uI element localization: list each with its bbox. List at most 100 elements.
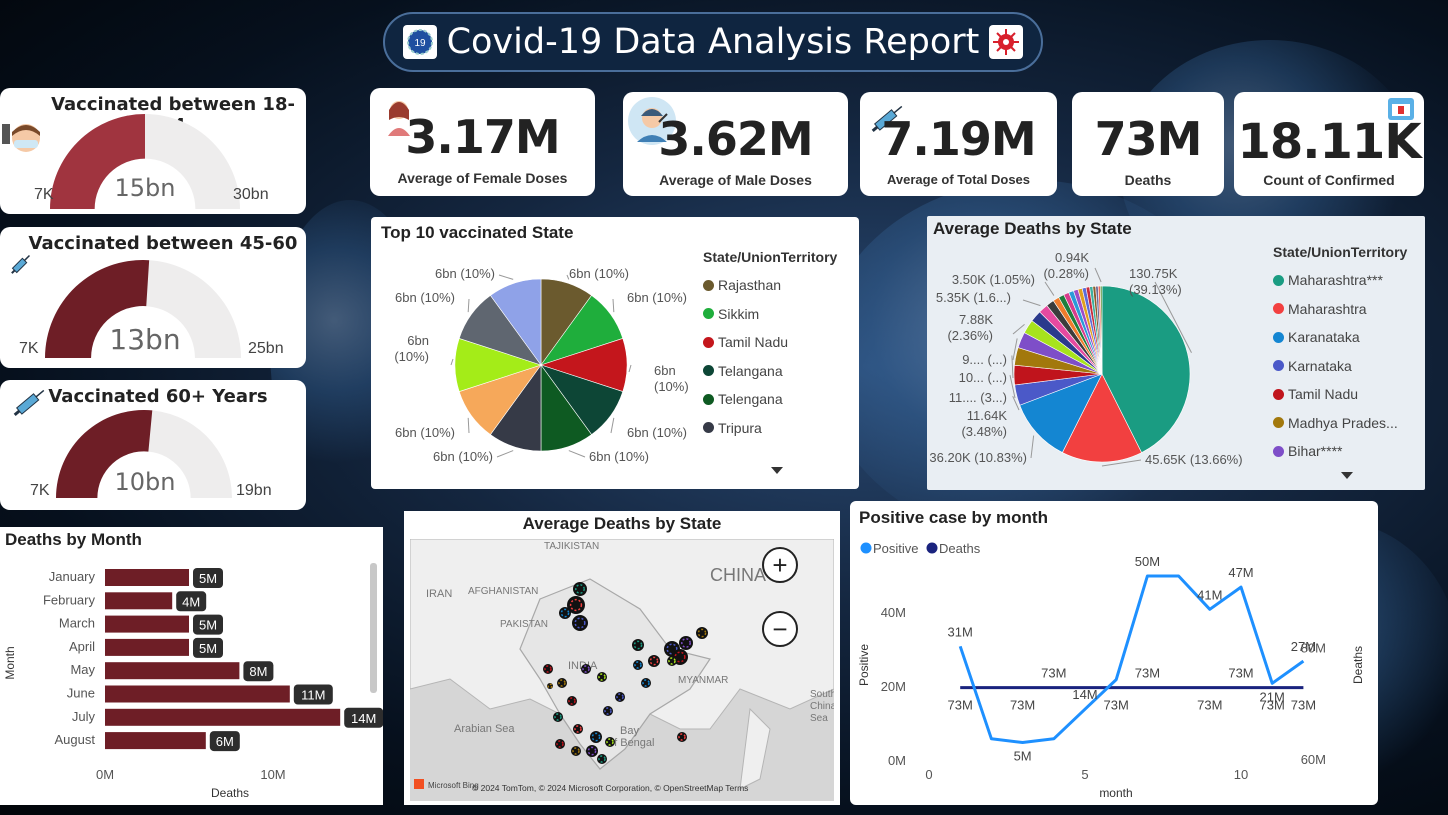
gauge-card-45-60[interactable]: Vaccinated between 45-60 13bn 7K 25bn: [0, 227, 306, 368]
data-label: 6bn (10%): [394, 333, 429, 364]
map-pie-marker[interactable]: [557, 678, 567, 688]
zoom-out-button[interactable]: −: [762, 611, 798, 647]
bar[interactable]: [105, 615, 189, 633]
deaths-by-month-chart[interactable]: Deaths by Month January 5M February 4M March…: [0, 527, 383, 805]
kpi-card-female-doses[interactable]: 3.17M Average of Female Doses: [370, 88, 595, 196]
kpi-card-total-doses[interactable]: 7.19M Average of Total Doses: [860, 92, 1057, 196]
legend-item[interactable]: Deaths: [926, 541, 981, 556]
zoom-in-button[interactable]: +: [762, 547, 798, 583]
bar[interactable]: [105, 685, 290, 703]
deaths-data-label: 73M: [1291, 698, 1316, 713]
category-label: July: [72, 709, 96, 724]
label-leader: [450, 358, 454, 366]
x-axis-label: month: [1099, 786, 1132, 800]
legend-item[interactable]: Maharashtra: [1273, 295, 1423, 324]
map-pie-marker[interactable]: [603, 706, 613, 716]
legend-scroll-down-icon[interactable]: [1341, 472, 1353, 479]
map-pie-marker[interactable]: [597, 672, 607, 682]
pie-chart[interactable]: 6bn (10%) 6bn (10%) 6bn (10%) 6bn (10%) 6bn (…: [371, 247, 701, 487]
map-pie-marker[interactable]: [573, 724, 583, 734]
legend-item[interactable]: Bihar****: [1273, 437, 1423, 466]
bar[interactable]: [105, 569, 189, 586]
legend-item[interactable]: Tamil Nadu: [1273, 380, 1423, 409]
chart-title: Deaths by Month: [5, 530, 142, 549]
map-pie-marker[interactable]: [679, 636, 693, 650]
legend-item[interactable]: Rajasthan: [703, 271, 853, 300]
data-label: 14M: [351, 711, 376, 726]
bar[interactable]: [105, 708, 341, 726]
legend-item[interactable]: Madhya Prades...: [1273, 409, 1423, 438]
map-pie-marker[interactable]: [590, 731, 602, 743]
map-pie-marker[interactable]: [573, 582, 587, 596]
map-place-label: CHINA: [710, 565, 766, 585]
kpi-label: Count of Confirmed: [1263, 172, 1395, 188]
bar-chart[interactable]: January 5M February 4M March 5M April 5M May 8M Ju…: [0, 555, 383, 805]
chart-title: Positive case by month: [859, 508, 1048, 527]
map-attribution[interactable]: © 2024 TomTom, © 2024 Microsoft Corporat…: [472, 783, 748, 793]
bar[interactable]: [105, 592, 173, 610]
kpi-value: 18.11K: [1237, 114, 1421, 170]
legend-item[interactable]: Positive: [860, 541, 919, 556]
kpi-card-male-doses[interactable]: 3.62M Average of Male Doses: [623, 92, 848, 196]
positive-data-label: 50M: [1135, 554, 1160, 569]
map-pie-marker[interactable]: [581, 664, 591, 674]
map-pie-marker[interactable]: [572, 615, 588, 631]
map-canvas[interactable]: TAJIKISTANIRANAFGHANISTANPAKISTANCHINAIN…: [410, 539, 834, 801]
map-pie-marker[interactable]: [605, 737, 615, 747]
map-pie-marker[interactable]: [632, 639, 644, 651]
map-pie-marker[interactable]: [547, 683, 553, 689]
map-pie-marker[interactable]: [571, 746, 581, 756]
legend-item[interactable]: Tripura: [703, 414, 853, 443]
legend-scroll-down-icon[interactable]: [771, 467, 783, 474]
map-pie-marker[interactable]: [553, 712, 563, 722]
map-pie-marker[interactable]: [555, 739, 565, 749]
line-chart[interactable]: Positive Deaths0M20M40M60M80M0 5 10monthPos…: [850, 535, 1378, 805]
chart-title: Average Deaths by State: [933, 219, 1132, 238]
gauge-card-18-44[interactable]: Vaccinated between 18-44 15bn 7K 30bn: [0, 88, 306, 214]
legend-swatch: [703, 422, 714, 434]
data-label: 6bn (10%): [627, 290, 687, 305]
map-pie-marker[interactable]: [597, 754, 607, 764]
gauge-card-60-plus[interactable]: Vaccinated 60+ Years 10bn 7K 19bn: [0, 380, 306, 510]
legend-item[interactable]: Telangana: [703, 357, 853, 386]
kpi-card-deaths[interactable]: 73M Deaths: [1072, 92, 1224, 196]
kpi-card-confirmed[interactable]: 18.11K Count of Confirmed: [1234, 92, 1424, 196]
label-leader: [1044, 281, 1055, 296]
top10-vaccinated-chart[interactable]: Top 10 vaccinated State 6bn (10%) 6bn (10…: [371, 217, 859, 489]
map-pie-marker[interactable]: [567, 696, 577, 706]
map-place-label: AFGHANISTAN: [468, 586, 538, 597]
category-label: August: [55, 732, 96, 747]
map-pie-marker[interactable]: [648, 655, 660, 667]
map-pie-marker[interactable]: [586, 745, 598, 757]
avg-deaths-pie-chart[interactable]: Average Deaths by State 130.75K (39.13%) 4…: [927, 216, 1425, 490]
kpi-label: Average of Male Doses: [659, 172, 812, 188]
legend-swatch: [703, 393, 714, 405]
bar[interactable]: [105, 732, 206, 750]
positive-line[interactable]: [958, 574, 1305, 744]
pie-chart[interactable]: 130.75K (39.13%) 45.65K (13.66%) 36.20K (10…: [927, 244, 1267, 490]
legend-item[interactable]: Maharashtra***: [1273, 266, 1423, 295]
y-tick: 0M: [888, 753, 906, 768]
legend-item[interactable]: Tamil Nadu: [703, 328, 853, 357]
bar[interactable]: [105, 638, 189, 656]
svg-text:+: +: [772, 550, 787, 580]
scrollbar[interactable]: [370, 563, 377, 693]
map-pie-marker[interactable]: [677, 732, 687, 742]
map-pie-marker[interactable]: [633, 660, 643, 670]
map-pie-marker[interactable]: [696, 627, 708, 639]
positive-case-line-chart[interactable]: Positive case by month Positive Deaths 0M 2…: [850, 501, 1378, 805]
deaths-data-label: 73M: [1228, 666, 1253, 681]
legend-item[interactable]: Karnataka: [1273, 352, 1423, 381]
map-pie-marker[interactable]: [641, 678, 651, 688]
map-pie-marker[interactable]: [543, 664, 553, 674]
map-pie-marker[interactable]: [559, 607, 571, 619]
legend-item[interactable]: Sikkim: [703, 300, 853, 329]
bar[interactable]: [105, 662, 240, 680]
map-pie-marker[interactable]: [667, 656, 677, 666]
avg-deaths-map[interactable]: Average Deaths by State TAJIKISTAN IRAN AF…: [404, 511, 840, 805]
legend-item[interactable]: Karanataka: [1273, 323, 1423, 352]
legend-item[interactable]: Telengana: [703, 385, 853, 414]
chart-title: Average Deaths by State: [522, 514, 722, 533]
map-pie-marker[interactable]: [615, 692, 625, 702]
kpi-value: 73M: [1094, 112, 1203, 166]
